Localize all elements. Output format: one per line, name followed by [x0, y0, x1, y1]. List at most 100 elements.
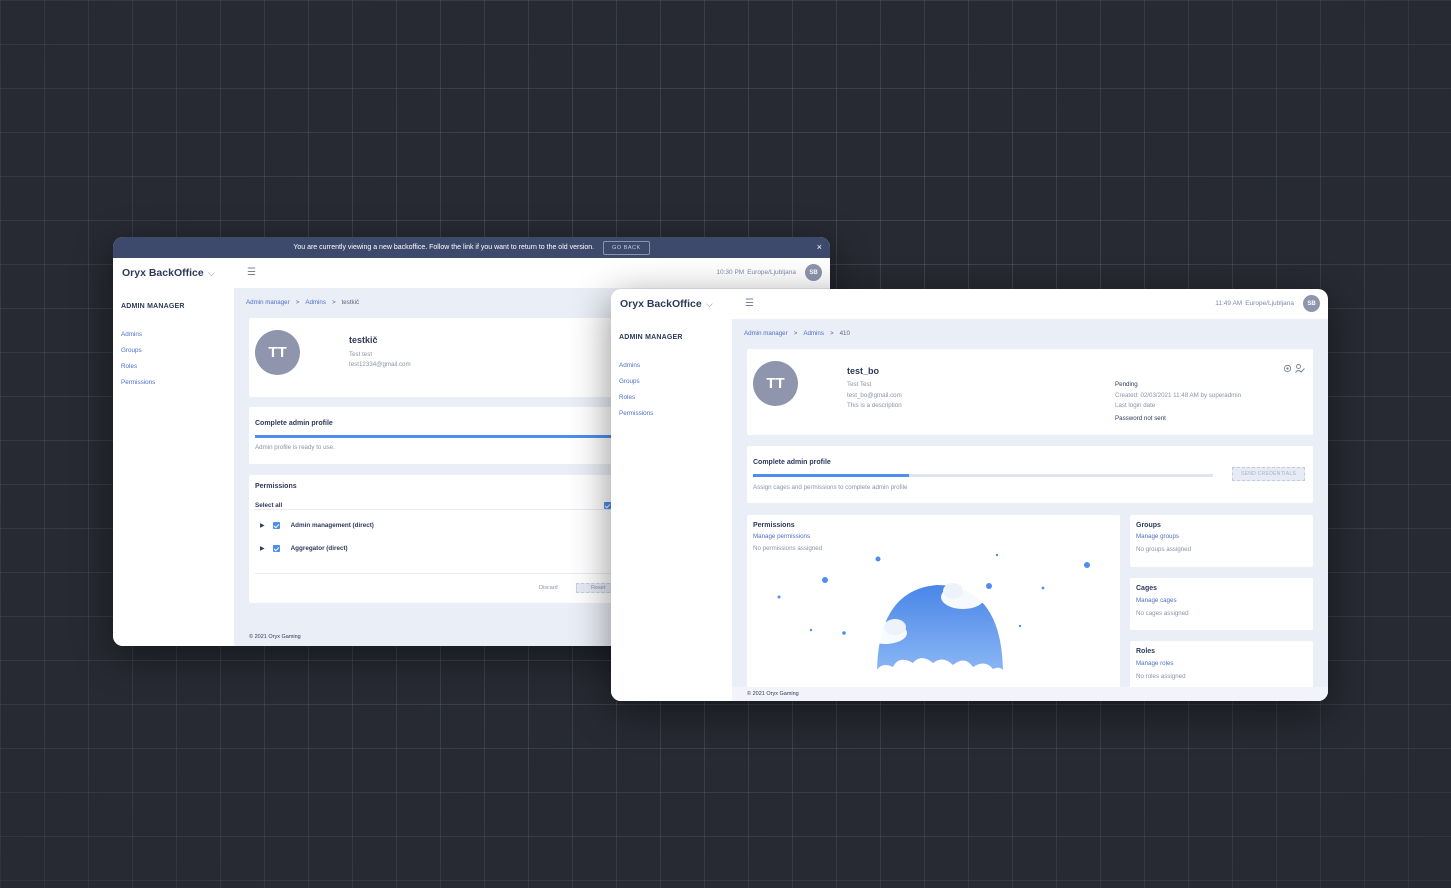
- breadcrumb-current: 410: [839, 330, 850, 337]
- sidebar-item-admins[interactable]: Admins: [619, 358, 732, 374]
- sidebar-item-roles[interactable]: Roles: [619, 390, 732, 406]
- breadcrumb-admin-manager[interactable]: Admin manager: [744, 330, 788, 337]
- edit-user-icon[interactable]: [1295, 364, 1305, 373]
- sidebar-item-groups[interactable]: Groups: [121, 343, 234, 359]
- breadcrumb-separator: >: [829, 330, 834, 337]
- profile-fullname: Test test: [349, 351, 373, 358]
- profile-avatar: TT: [255, 330, 300, 375]
- profile-name: testkič: [349, 335, 378, 345]
- breadcrumb: Admin manager > Admins > testkič: [246, 299, 359, 306]
- permission-label: Admin management (direct): [290, 522, 374, 529]
- breadcrumb-admins[interactable]: Admins: [803, 330, 824, 337]
- breadcrumb: Admin manager > Admins > 410: [744, 330, 850, 337]
- sidebar-heading: ADMIN MANAGER: [121, 303, 185, 310]
- profile-avatar: TT: [753, 361, 798, 406]
- hamburger-menu-icon[interactable]: ☰: [247, 267, 256, 278]
- footer-copyright: © 2021 Oryx Gaming: [747, 691, 799, 697]
- manage-cages-link[interactable]: Manage cages: [1136, 597, 1177, 604]
- expand-arrow-icon[interactable]: ▶: [260, 522, 265, 529]
- new-backoffice-window: Oryx BackOffice ⌵ ☰ 11:49 AM Europe/Ljub…: [611, 289, 1328, 701]
- timezone: Europe/Ljubljana: [747, 269, 796, 276]
- breadcrumb-separator: >: [331, 299, 336, 306]
- roles-title: Roles: [1136, 648, 1156, 655]
- chevron-down-icon[interactable]: ⌵: [208, 268, 215, 279]
- profile-progress-fill: [753, 474, 910, 477]
- breadcrumb-admin-manager[interactable]: Admin manager: [246, 299, 290, 306]
- banner-text: You are currently viewing a new backoffi…: [293, 244, 595, 251]
- go-back-button[interactable]: GO BACK: [603, 240, 650, 255]
- permissions-title: Permissions: [753, 522, 795, 529]
- groups-title: Groups: [1136, 522, 1161, 529]
- complete-profile-status: Admin profile is ready to use.: [255, 444, 335, 451]
- top-bar: Oryx BackOffice ⌵ ☰ 11:49 AM Europe/Ljub…: [611, 289, 1328, 320]
- sidebar-item-roles[interactable]: Roles: [121, 359, 234, 375]
- select-all-checkbox[interactable]: [604, 502, 611, 509]
- send-credentials-button[interactable]: SEND CREDENTIALS: [1232, 467, 1306, 481]
- cages-card: Cages Manage cages No cages assigned: [1130, 578, 1313, 630]
- profile-fullname: Test Test: [847, 381, 872, 388]
- clock-time: 11:49 AM: [1215, 300, 1243, 307]
- empty-state-illustration: [777, 553, 1090, 701]
- user-avatar[interactable]: SB: [1303, 295, 1320, 312]
- chevron-down-icon[interactable]: ⌵: [706, 299, 713, 310]
- close-icon[interactable]: ×: [817, 242, 822, 252]
- user-avatar[interactable]: SB: [805, 264, 822, 281]
- discard-button[interactable]: Discard: [539, 585, 558, 591]
- permission-label: Aggregator (direct): [290, 545, 348, 552]
- footer-copyright: © 2021 Oryx Gaming: [249, 634, 301, 640]
- created-info: Created: 02/03/2021 11:48 AM by superadm…: [1115, 392, 1242, 399]
- manage-groups-link[interactable]: Manage groups: [1136, 533, 1179, 540]
- profile-progress-bar: [753, 474, 1213, 477]
- app-logo[interactable]: Oryx BackOffice: [122, 267, 204, 279]
- app-logo[interactable]: Oryx BackOffice: [620, 298, 702, 310]
- main-content: Admin manager > Admins > 410 TT test_bo …: [732, 319, 1328, 701]
- roles-card: Roles Manage roles No roles assigned: [1130, 641, 1313, 693]
- permission-row[interactable]: ▶ Admin management (direct): [260, 522, 374, 529]
- sidebar-item-permissions[interactable]: Permissions: [121, 375, 234, 391]
- last-login-info: Last login date: [1115, 402, 1156, 409]
- footer-bar: [732, 687, 1328, 701]
- complete-profile-title: Complete admin profile: [255, 420, 333, 427]
- complete-profile-card: Complete admin profile Assign cages and …: [747, 446, 1313, 503]
- permissions-title: Permissions: [255, 483, 297, 490]
- top-bar: Oryx BackOffice ⌵ ☰ 10:30 PM Europe/Ljub…: [113, 258, 830, 289]
- clock-time: 10:30 PM: [716, 269, 745, 276]
- password-status: Password not sent: [1115, 415, 1166, 422]
- notice-banner: You are currently viewing a new backoffi…: [113, 237, 830, 258]
- breadcrumb-separator: >: [295, 299, 300, 306]
- manage-permissions-link[interactable]: Manage permissions: [753, 533, 810, 540]
- no-groups-text: No groups assigned: [1136, 546, 1192, 553]
- manage-roles-link[interactable]: Manage roles: [1136, 660, 1174, 667]
- groups-card: Groups Manage groups No groups assigned: [1130, 515, 1313, 567]
- profile-card: TT test_bo Test Test test_bo@gmail.com T…: [747, 349, 1313, 435]
- no-roles-text: No roles assigned: [1136, 673, 1186, 680]
- no-cages-text: No cages assigned: [1136, 610, 1189, 617]
- sidebar-item-permissions[interactable]: Permissions: [619, 406, 732, 422]
- status-badge: Pending: [1115, 381, 1138, 388]
- breadcrumb-separator: >: [793, 330, 798, 337]
- sidebar-item-admins[interactable]: Admins: [121, 327, 234, 343]
- complete-profile-title: Complete admin profile: [753, 459, 831, 466]
- permission-checkbox[interactable]: [272, 545, 280, 552]
- permission-row[interactable]: ▶ Aggregator (direct): [260, 545, 348, 552]
- top-right-info: 11:49 AM Europe/Ljubljana SB: [1215, 295, 1320, 312]
- settings-icon[interactable]: [1283, 364, 1292, 373]
- timezone: Europe/Ljubljana: [1245, 300, 1294, 307]
- sidebar: ADMIN MANAGER Admins Groups Roles Permis…: [611, 319, 732, 701]
- breadcrumb-admins[interactable]: Admins: [305, 299, 326, 306]
- sidebar-item-groups[interactable]: Groups: [619, 374, 732, 390]
- profile-email: test12334@gmail.com: [349, 361, 411, 368]
- breadcrumb-current: testkič: [341, 299, 360, 306]
- profile-email: test_bo@gmail.com: [847, 392, 902, 399]
- select-all-label[interactable]: Select all: [255, 502, 282, 509]
- sidebar: ADMIN MANAGER Admins Groups Roles Permis…: [113, 288, 234, 646]
- profile-name: test_bo: [847, 366, 880, 376]
- cages-title: Cages: [1136, 585, 1158, 592]
- permissions-card: Permissions Manage permissions No permis…: [747, 515, 1120, 701]
- expand-arrow-icon[interactable]: ▶: [260, 545, 265, 552]
- sidebar-heading: ADMIN MANAGER: [619, 334, 683, 341]
- hamburger-menu-icon[interactable]: ☰: [745, 298, 754, 309]
- complete-profile-status: Assign cages and permissions to complete…: [753, 484, 908, 491]
- profile-description: This is a description: [847, 402, 902, 409]
- permission-checkbox[interactable]: [272, 522, 280, 529]
